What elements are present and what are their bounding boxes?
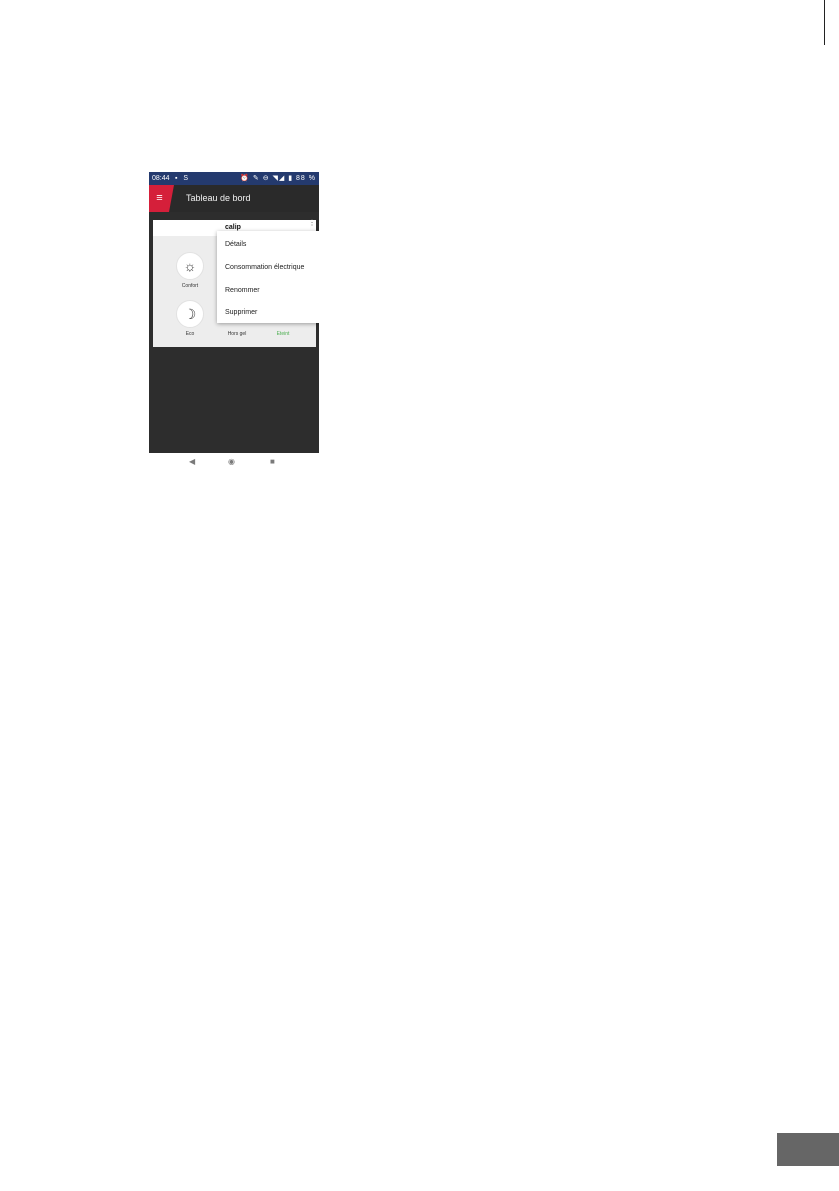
home-icon[interactable]: ◉ xyxy=(228,457,235,466)
menu-item-delete[interactable]: Supprimer xyxy=(225,309,257,316)
sun-icon: ☼ xyxy=(176,252,204,280)
context-menu: Détails Consommation électrique Renommer… xyxy=(217,231,319,323)
crop-mark xyxy=(824,0,825,45)
more-options-icon[interactable]: ⋮ xyxy=(308,219,316,227)
back-icon[interactable]: ◀ xyxy=(189,457,195,466)
menu-item-details[interactable]: Détails xyxy=(225,241,246,248)
device-name: calip xyxy=(225,224,241,231)
recent-apps-icon[interactable]: ■ xyxy=(270,457,275,466)
status-bar: 08:44 ▪ S ⏰ ✎ ⊖ ◥◢ ▮ 88 % xyxy=(149,172,319,185)
mode-label: Confort xyxy=(181,283,199,289)
moon-icon: ☽ xyxy=(176,300,204,328)
page-tab xyxy=(777,1133,839,1166)
mode-eco[interactable]: ☽ Eco xyxy=(168,300,212,337)
app-bar: ≡ Tableau de bord xyxy=(149,185,319,212)
notification-icons: ▪ S xyxy=(175,175,191,182)
mode-label: Hors gel xyxy=(227,331,247,337)
status-time: 08:44 xyxy=(152,175,170,182)
mode-confort[interactable]: ☼ Confort xyxy=(168,252,212,289)
hamburger-menu-icon[interactable]: ≡ xyxy=(149,185,174,212)
page-title: Tableau de bord xyxy=(186,193,251,203)
android-nav-bar: ◀ ◉ ■ xyxy=(149,453,319,475)
mode-label: Eco xyxy=(185,331,195,337)
mode-label: Eteint xyxy=(276,331,290,337)
menu-item-consumption[interactable]: Consommation électrique xyxy=(225,264,304,271)
system-icons: ⏰ ✎ ⊖ ◥◢ ▮ 88 % xyxy=(240,175,316,182)
menu-item-rename[interactable]: Renommer xyxy=(225,287,260,294)
phone-screen: 08:44 ▪ S ⏰ ✎ ⊖ ◥◢ ▮ 88 % ≡ Tableau de b… xyxy=(149,172,319,453)
